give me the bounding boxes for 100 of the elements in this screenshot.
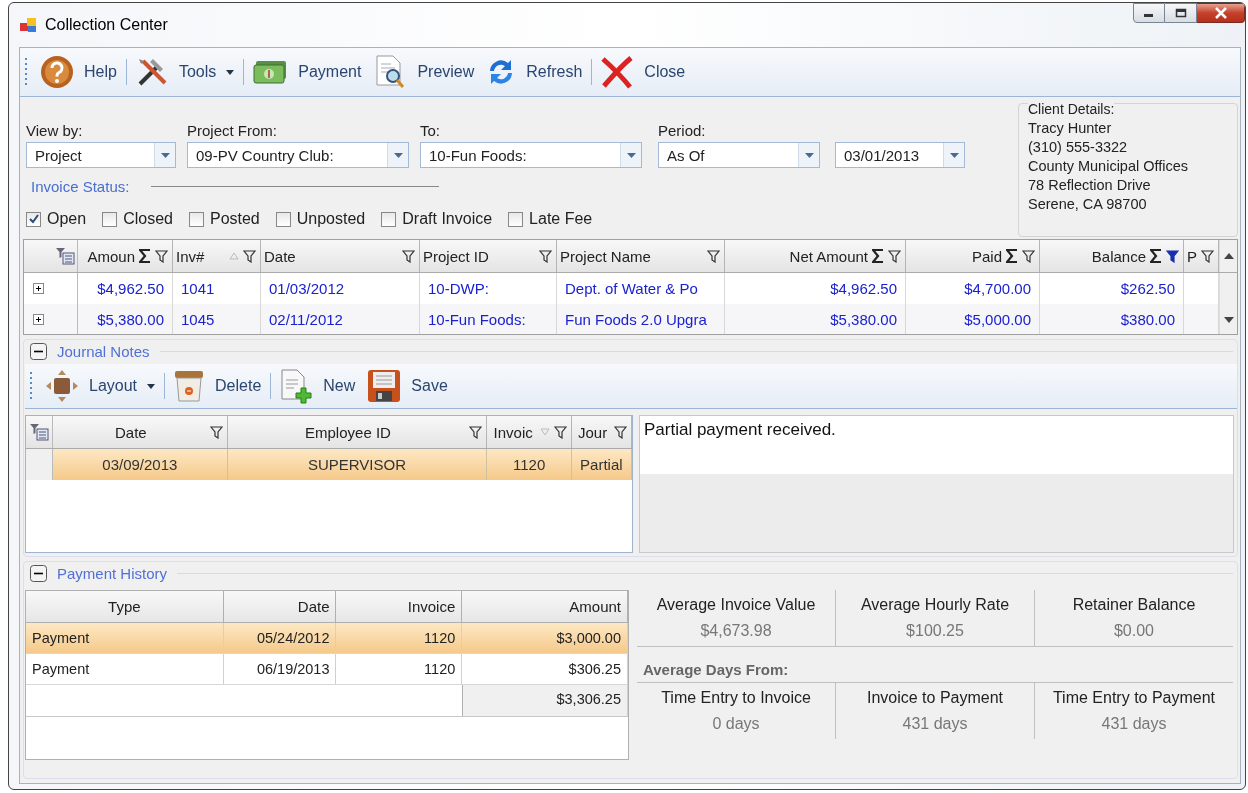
sum-icon [1150,249,1162,263]
dropdown[interactable]: As Of [658,142,820,168]
column-header[interactable]: Net Amount [725,240,906,272]
caret-icon [226,69,235,75]
filter-icon[interactable] [707,249,720,263]
toolbar-button[interactable]: Close [596,52,690,92]
toolbar-button[interactable]: Save [363,366,452,406]
table-cell: $380.00 [1040,304,1184,334]
minimize-button[interactable] [1133,3,1165,23]
expand-icon[interactable] [32,314,44,325]
checkbox[interactable]: Closed [102,210,173,228]
trash-bin-icon [173,369,206,403]
maximize-button[interactable] [1165,3,1197,23]
field-label: To: [420,122,441,141]
table-cell: 1120 [487,449,573,480]
column-header[interactable]: Invoic [487,416,573,448]
table-cell: 10-Fun Foods: [420,304,557,334]
filter-icon[interactable] [1022,249,1035,263]
total-cell: $3,306.25 [462,685,628,716]
filter-icon[interactable] [1201,249,1214,263]
column-header[interactable]: Paid [906,240,1040,272]
caret-icon [626,152,636,158]
column-chooser-icon[interactable] [29,423,49,441]
window-title: Collection Center [45,16,168,34]
section-label: Invoice Status: [31,178,130,195]
caret-icon [804,152,814,158]
client-detail-text: County Municipal Offices [1028,158,1190,174]
table-cell: 1045 [173,304,261,334]
filter-icon[interactable] [155,249,168,263]
sum-icon [139,249,151,263]
stat-label: Retainer Balance [1072,596,1196,614]
column-header[interactable]: Project Name [557,240,725,272]
checkbox[interactable]: Late Fee [508,210,593,228]
help-icon [40,55,74,89]
caret-icon [160,152,170,158]
checkbox[interactable]: Unposted [275,210,366,228]
stat-value: 431 days [1101,715,1167,733]
table-cell: Payment [26,623,224,653]
filter-icon[interactable] [243,249,256,263]
table-cell: $5,380.00 [78,304,173,334]
column-header[interactable]: Type [26,591,224,622]
column-chooser-icon[interactable] [54,247,75,265]
stat-value: $0.00 [1113,622,1154,640]
filter-icon[interactable] [1166,249,1179,263]
column-header[interactable]: Invoice [336,591,463,622]
dropdown[interactable]: 10-Fun Foods: [420,142,642,168]
sort-icon [229,252,239,260]
client-detail-text: Serene, CA 98700 [1028,196,1148,212]
table-cell: 06/19/2013 [223,654,337,684]
toolbar-grip-icon [25,57,28,87]
dropdown[interactable]: 09-PV Country Club: [187,142,409,168]
client-detail-text: 78 Reflection Drive [1028,177,1152,193]
dropdown[interactable]: 03/01/2013 [835,142,965,168]
client-detail-text: (310) 555-3322 [1028,139,1129,155]
filter-icon[interactable] [469,425,483,439]
caret-icon [393,152,403,158]
sum-icon [872,249,884,263]
field-label: Period: [658,122,707,141]
stat-label: Average Hourly Rate [860,596,1010,614]
column-header[interactable]: Jour [572,416,632,448]
filter-icon[interactable] [402,249,415,263]
scroll-up-button[interactable] [1219,240,1237,272]
scroll-down-icon[interactable] [1223,316,1234,323]
close-icon [1213,7,1228,19]
column-header[interactable]: Employee ID [227,416,488,448]
checkbox[interactable]: Open [26,210,87,228]
app-icon [19,16,37,34]
table-cell: Payment [26,654,224,684]
column-header[interactable]: Inv# [173,240,261,272]
table-cell: $3,000.00 [462,623,628,653]
checkbox[interactable]: Draft Invoice [381,210,493,228]
column-header[interactable]: Amoun [78,240,173,272]
move-arrows-icon [45,369,79,403]
new-document-icon [279,368,314,404]
collapse-icon[interactable] [30,342,47,360]
filter-icon[interactable] [554,425,568,439]
client-detail-text: Tracy Hunter [1028,120,1113,136]
table-cell: 1120 [336,623,463,653]
scroll-up-icon[interactable] [1223,253,1234,259]
toolbar-button[interactable]: New [275,366,360,406]
column-header[interactable]: Date [53,416,228,448]
column-header[interactable]: Amount [462,591,628,622]
collapse-icon[interactable] [30,564,47,582]
toolbar-button[interactable]: Preview [369,52,479,92]
stat-label: Time Entry to Invoice [661,689,811,707]
stat-value: 431 days [902,715,968,733]
toolbar-button[interactable]: Payment [248,52,366,92]
dropdown[interactable]: Project [26,142,176,168]
close-button[interactable] [1197,3,1245,23]
column-header[interactable]: Date [223,591,337,622]
filter-icon[interactable] [614,425,627,439]
column-header[interactable]: Project ID [420,240,557,272]
column-header[interactable]: Date [261,240,420,272]
filter-icon[interactable] [539,249,552,263]
stat-value: $4,673.98 [700,622,772,640]
column-header[interactable]: Balance [1040,240,1184,272]
checkbox[interactable]: Posted [188,210,260,228]
filter-icon[interactable] [888,249,901,263]
filter-icon[interactable] [209,425,223,439]
expand-icon[interactable] [32,283,44,294]
